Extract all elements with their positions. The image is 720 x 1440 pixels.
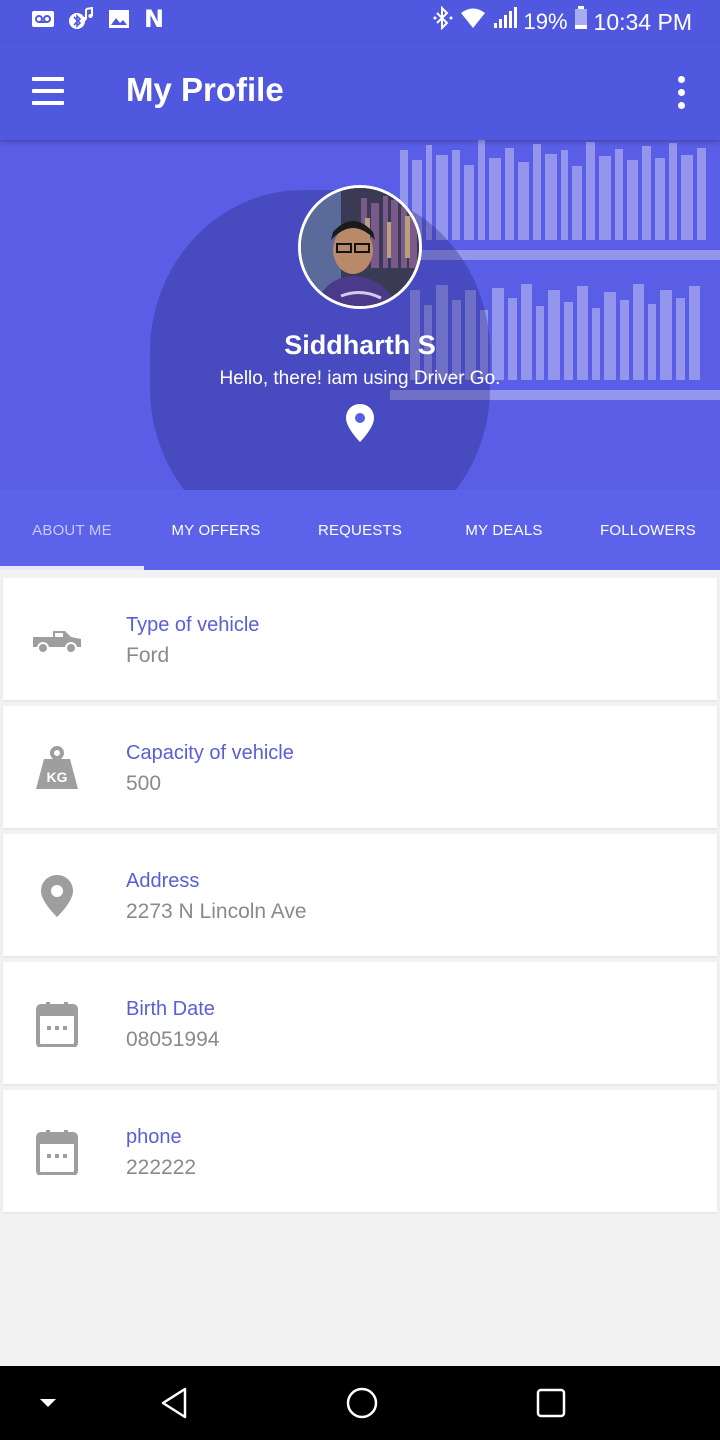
status-bar: N 19% 10:34 PM [0, 0, 720, 42]
list-item-phone[interactable]: phone 222222 [3, 1090, 717, 1212]
profile-status: Hello, there! iam using Driver Go. [219, 368, 501, 389]
list-item-vehicle-capacity[interactable]: KG Capacity of vehicle 500 [3, 706, 717, 828]
address-label: Address [126, 870, 200, 892]
status-system: 19% 10:34 PM [432, 5, 692, 38]
page-title: My Profile [126, 71, 284, 108]
status-notifications: N [30, 6, 164, 32]
signal-icon [492, 6, 518, 38]
tab-my-deals[interactable]: MY DEALS [432, 490, 576, 570]
back-icon[interactable] [154, 1383, 194, 1423]
weight-kg-icon: KG [31, 742, 83, 794]
phone-value: 222222 [126, 1156, 197, 1179]
list-item-birth-date[interactable]: Birth Date 08051994 [3, 962, 717, 1084]
location-pin-icon[interactable] [345, 403, 375, 443]
vehicle-type-label: Type of vehicle [126, 614, 260, 636]
birth-date-label: Birth Date [126, 998, 215, 1020]
dropdown-icon[interactable] [28, 1383, 68, 1423]
svg-text:KG: KG [47, 769, 68, 785]
bluetooth-icon [432, 5, 454, 38]
profile-name: Siddharth S [284, 330, 436, 360]
tab-bar: ABOUT ME MY OFFERS REQUESTS MY DEALS FOL… [0, 490, 720, 570]
n-icon: N [144, 5, 165, 33]
tab-about-me[interactable]: ABOUT ME [0, 490, 144, 570]
birth-date-value: 08051994 [126, 1028, 220, 1051]
image-icon [106, 6, 132, 32]
address-value: 2273 N Lincoln Ave [126, 900, 307, 923]
vehicle-type-value: Ford [126, 644, 170, 667]
tab-requests[interactable]: REQUESTS [288, 490, 432, 570]
battery-percent: 19% [523, 9, 568, 34]
hamburger-menu-icon[interactable] [22, 67, 74, 115]
list-item-address[interactable]: Address 2273 N Lincoln Ave [3, 834, 717, 956]
profile-header: Siddharth S Hello, there! iam using Driv… [0, 140, 720, 490]
vehicle-capacity-label: Capacity of vehicle [126, 742, 294, 764]
calendar-icon [31, 998, 83, 1050]
avatar[interactable] [298, 185, 422, 309]
about-me-list: Type of vehicle Ford KG Capacity of vehi… [3, 578, 717, 1218]
more-vert-icon[interactable] [666, 70, 696, 114]
tab-my-offers[interactable]: MY OFFERS [144, 490, 288, 570]
tab-followers[interactable]: FOLLOWERS [576, 490, 720, 570]
clock: 10:34 PM [593, 9, 692, 35]
recents-icon[interactable] [531, 1383, 571, 1423]
list-item-vehicle-type[interactable]: Type of vehicle Ford [3, 578, 717, 700]
bluetooth-music-icon [68, 6, 94, 32]
calendar-icon [31, 1126, 83, 1178]
truck-icon [31, 614, 83, 666]
wifi-icon [460, 7, 486, 37]
voicemail-icon [30, 6, 56, 32]
location-pin-icon [31, 870, 83, 922]
home-icon[interactable] [342, 1383, 382, 1423]
vehicle-capacity-value: 500 [126, 772, 162, 795]
system-nav-bar [0, 1366, 720, 1440]
app-bar: My Profile [0, 42, 720, 140]
phone-label: phone [126, 1126, 182, 1148]
battery-icon [574, 6, 588, 38]
